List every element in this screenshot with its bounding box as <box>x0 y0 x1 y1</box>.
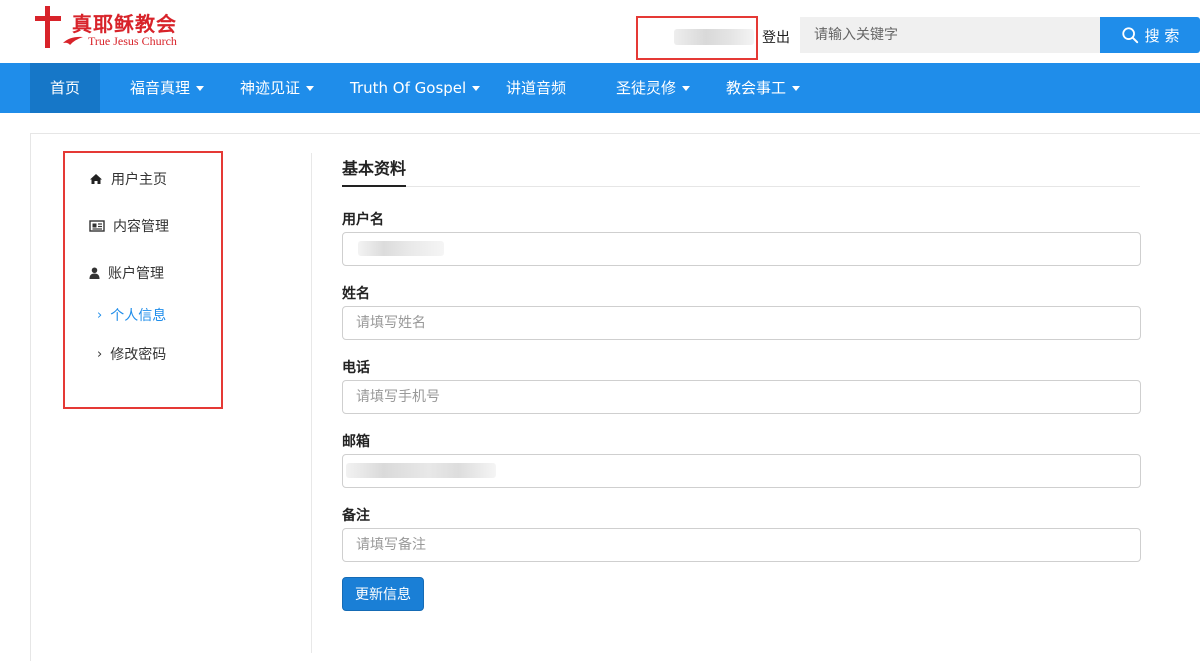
email-value-redacted <box>346 463 496 478</box>
nav-label: 圣徒灵修 <box>616 79 677 97</box>
sidebar-subitem-label: 个人信息 <box>110 308 167 324</box>
site-logo[interactable]: 真耶稣教会 True Jesus Church <box>34 4 194 50</box>
nav-item-truth-of-gospel[interactable]: Truth Of Gospel <box>350 63 481 113</box>
username-value-redacted <box>358 241 444 256</box>
title-underline <box>342 185 406 187</box>
sidebar-divider <box>311 153 312 653</box>
note-field[interactable] <box>342 528 1141 562</box>
sidebar-item-label: 用户主页 <box>111 172 167 188</box>
newspaper-icon <box>89 220 105 232</box>
name-field[interactable] <box>342 306 1141 340</box>
caret-down-icon <box>472 86 481 91</box>
nav-item-home[interactable]: 首页 <box>30 63 100 113</box>
update-info-button[interactable]: 更新信息 <box>342 577 424 611</box>
search-button[interactable]: 搜 索 <box>1100 17 1200 53</box>
sidebar-item-label: 账户管理 <box>108 266 164 282</box>
nav-label: 教会事工 <box>726 79 787 97</box>
user-icon <box>89 267 100 279</box>
nav-item-gospel-truth[interactable]: 福音真理 <box>130 63 205 113</box>
nav-item-church-ministry[interactable]: 教会事工 <box>726 63 801 113</box>
sidebar-item-account-manage[interactable]: 账户管理 <box>89 263 164 283</box>
note-label: 备注 <box>342 508 370 524</box>
username-label: 用户名 <box>342 212 384 228</box>
nav-label: 神迹见证 <box>240 79 301 97</box>
name-label: 姓名 <box>342 286 370 302</box>
sidebar-subitem-change-password[interactable]: › 修改密码 <box>97 344 166 364</box>
phone-field[interactable] <box>342 380 1141 414</box>
nav-label: Truth Of Gospel <box>350 79 467 97</box>
site-header: 真耶稣教会 True Jesus Church 登出 搜 索 <box>0 0 1200 63</box>
caret-down-icon <box>306 86 315 91</box>
caret-down-icon <box>792 86 801 91</box>
sidebar-subitem-profile[interactable]: › 个人信息 <box>97 305 166 325</box>
home-icon <box>90 174 102 184</box>
username-display-redacted[interactable] <box>674 29 754 45</box>
section-divider <box>342 186 1140 187</box>
nav-item-devotion[interactable]: 圣徒灵修 <box>616 63 691 113</box>
main-nav: 首页 福音真理 神迹见证 Truth Of Gospel 讲道音频 圣徒灵修 教… <box>0 63 1200 113</box>
sidebar-item-content-manage[interactable]: 内容管理 <box>89 216 169 236</box>
search-button-label: 搜 索 <box>1144 26 1180 45</box>
username-field[interactable] <box>342 232 1141 266</box>
cross-icon-bar <box>35 16 61 21</box>
page-title: 基本资料 <box>342 159 407 178</box>
caret-down-icon <box>682 86 691 91</box>
search-input[interactable] <box>800 17 1100 53</box>
logo-text-cn: 真耶稣教会 <box>72 12 177 36</box>
sidebar-item-user-home[interactable]: 用户主页 <box>89 169 167 189</box>
sidebar-subitem-label: 修改密码 <box>110 347 167 363</box>
email-label: 邮箱 <box>342 434 370 450</box>
chevron-right-icon: › <box>97 346 103 362</box>
phone-label: 电话 <box>342 360 370 376</box>
caret-down-icon <box>196 86 205 91</box>
chevron-right-icon: › <box>97 307 103 323</box>
logout-link[interactable]: 登出 <box>762 27 790 47</box>
search-icon <box>1121 27 1138 44</box>
nav-label: 福音真理 <box>130 79 191 97</box>
logo-text-en: True Jesus Church <box>88 34 177 48</box>
sidebar-item-label: 内容管理 <box>113 219 169 235</box>
nav-label: 首页 <box>49 79 80 97</box>
nav-label: 讲道音频 <box>506 79 567 97</box>
nav-item-miracle-testimony[interactable]: 神迹见证 <box>240 63 315 113</box>
cross-icon <box>45 6 50 48</box>
nav-item-sermon-audio[interactable]: 讲道音频 <box>506 63 566 113</box>
